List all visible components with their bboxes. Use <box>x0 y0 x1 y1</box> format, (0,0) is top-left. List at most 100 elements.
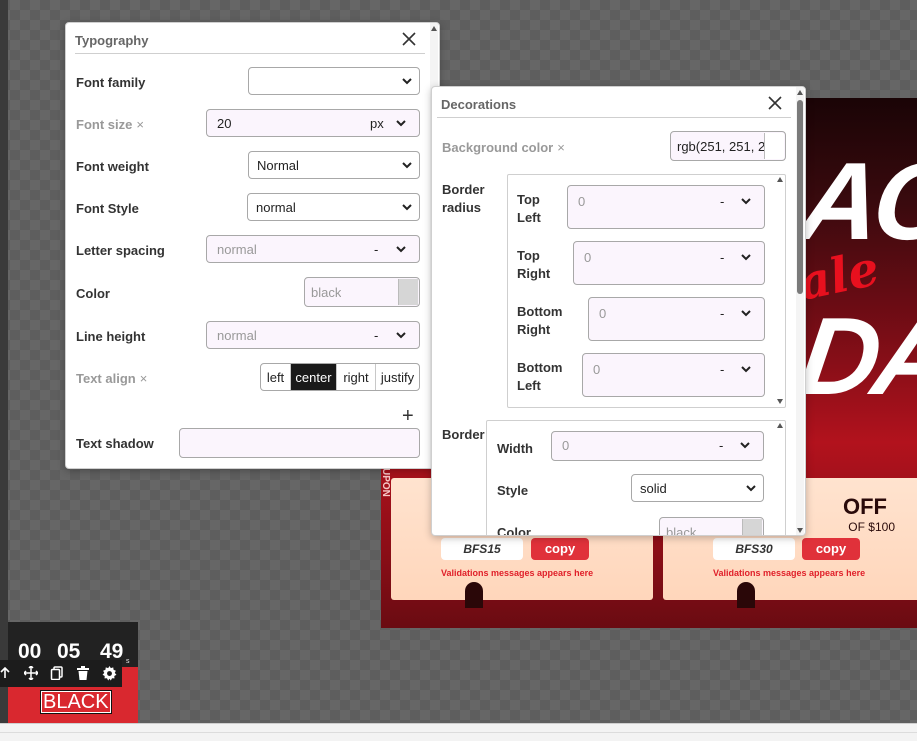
scrollbar[interactable] <box>776 175 784 407</box>
font-size-unit[interactable]: px <box>370 116 384 131</box>
background-color-swatch[interactable] <box>764 133 784 159</box>
radius-bottom-right-field[interactable]: 0 - <box>588 297 765 341</box>
radius-value[interactable]: 0 <box>599 306 606 321</box>
clear-icon[interactable]: × <box>557 140 565 155</box>
font-weight-value: Normal <box>257 157 299 173</box>
color-field[interactable]: black <box>304 277 420 307</box>
chevron-down-icon[interactable] <box>395 117 407 129</box>
chevron-down-icon[interactable] <box>740 251 752 263</box>
radius-label-line2: Left <box>517 210 541 225</box>
border-width-label: Width <box>497 441 533 456</box>
close-icon[interactable] <box>766 94 784 112</box>
chevron-down-icon <box>402 78 412 85</box>
font-weight-select[interactable]: Normal <box>248 151 420 179</box>
scroll-up-icon[interactable] <box>777 177 783 182</box>
scroll-up-icon[interactable] <box>431 26 437 31</box>
chevron-down-icon <box>402 204 412 211</box>
panel-divider <box>75 53 425 54</box>
clear-icon[interactable]: × <box>136 117 144 132</box>
scroll-up-icon[interactable] <box>777 423 783 428</box>
gear-icon[interactable] <box>100 664 118 682</box>
radius-unit[interactable]: - <box>720 306 724 321</box>
coupon-copy-button[interactable]: copy <box>531 538 589 560</box>
border-width-value[interactable]: 0 <box>562 438 569 453</box>
text-align-label: Text align × <box>76 371 147 386</box>
radius-value[interactable]: 0 <box>584 250 591 265</box>
font-size-label-text: Font size <box>76 117 133 132</box>
border-style-select[interactable]: solid <box>631 474 764 502</box>
border-style-label: Style <box>497 483 529 498</box>
scrollbar[interactable] <box>776 421 784 535</box>
timer-label-text[interactable]: BLACK <box>40 690 112 714</box>
coupon-off-sub: OF $100 <box>848 520 895 534</box>
border-color-field[interactable]: black <box>659 517 764 535</box>
radius-unit[interactable]: - <box>720 250 724 265</box>
trash-icon[interactable] <box>74 664 92 682</box>
font-style-select[interactable]: normal <box>247 193 420 221</box>
scroll-down-icon[interactable] <box>797 528 803 533</box>
chevron-down-icon[interactable] <box>739 439 751 451</box>
align-right-button[interactable]: right <box>337 364 376 390</box>
background-color-value[interactable]: rgb(251, 251, 2 <box>677 139 765 154</box>
border-color-value[interactable]: black <box>666 525 696 535</box>
border-style-value: solid <box>640 480 667 496</box>
timer-seconds-unit: s <box>126 658 130 665</box>
coupon-notch <box>737 582 755 608</box>
align-left-button[interactable]: left <box>261 364 291 390</box>
text-align-label-text: Text align <box>76 371 136 386</box>
font-family-label: Font family <box>76 75 146 90</box>
clear-icon[interactable]: × <box>140 371 148 386</box>
chevron-down-icon[interactable] <box>740 195 752 207</box>
status-bar <box>0 723 917 741</box>
radius-unit[interactable]: - <box>720 194 724 209</box>
line-height-field[interactable]: normal - <box>206 321 420 349</box>
color-swatch[interactable] <box>398 279 418 305</box>
border-width-field[interactable]: 0 - <box>551 431 764 461</box>
copy-icon[interactable] <box>48 664 66 682</box>
align-justify-button[interactable]: justify <box>376 364 419 390</box>
radius-top-left-field[interactable]: 0 - <box>567 185 765 229</box>
letter-spacing-field[interactable]: normal - <box>206 235 420 263</box>
element-toolbar <box>0 660 122 687</box>
text-shadow-field[interactable] <box>179 428 420 458</box>
background-color-label-text: Background color <box>442 140 554 155</box>
radius-label-line1: Bottom <box>517 304 563 319</box>
radius-bottom-left-field[interactable]: 0 - <box>582 353 765 397</box>
radius-top-right-field[interactable]: 0 - <box>573 241 765 285</box>
line-height-unit[interactable]: - <box>374 328 378 343</box>
scroll-down-icon[interactable] <box>777 399 783 404</box>
coupon-notch <box>465 582 483 608</box>
border-color-swatch[interactable] <box>742 519 762 535</box>
border-box: Width 0 - Style solid Color black <box>486 420 786 536</box>
color-value[interactable]: black <box>311 285 341 300</box>
font-size-value[interactable]: 20 <box>217 116 231 131</box>
coupon-validation-message: Validations messages appears here <box>713 568 866 578</box>
move-icon[interactable] <box>22 664 40 682</box>
chevron-down-icon[interactable] <box>395 329 407 341</box>
radius-label-line2: Right <box>517 266 551 281</box>
border-width-unit[interactable]: - <box>719 438 723 453</box>
line-height-value[interactable]: normal <box>217 328 257 343</box>
radius-value[interactable]: 0 <box>593 362 600 377</box>
radius-unit[interactable]: - <box>720 362 724 377</box>
chevron-down-icon[interactable] <box>395 243 407 255</box>
letter-spacing-unit[interactable]: - <box>374 242 378 257</box>
scroll-up-icon[interactable] <box>797 90 803 95</box>
font-family-select[interactable] <box>248 67 420 95</box>
close-icon[interactable] <box>400 30 418 48</box>
align-center-button[interactable]: center <box>291 364 337 390</box>
border-color-label: Color <box>497 525 531 536</box>
letter-spacing-value[interactable]: normal <box>217 242 257 257</box>
scrollbar[interactable] <box>796 87 804 535</box>
font-size-field[interactable]: 20 px <box>206 109 420 137</box>
arrow-up-icon[interactable] <box>0 664 14 682</box>
scroll-thumb[interactable] <box>797 100 803 294</box>
font-style-value: normal <box>256 199 296 215</box>
add-shadow-button[interactable]: + <box>402 405 414 428</box>
chevron-down-icon[interactable] <box>740 307 752 319</box>
coupon-copy-button[interactable]: copy <box>802 538 860 560</box>
background-color-field[interactable]: rgb(251, 251, 2 <box>670 131 786 161</box>
chevron-down-icon[interactable] <box>740 363 752 375</box>
coupon-validation-message: Validations messages appears here <box>441 568 594 578</box>
radius-value[interactable]: 0 <box>578 194 585 209</box>
